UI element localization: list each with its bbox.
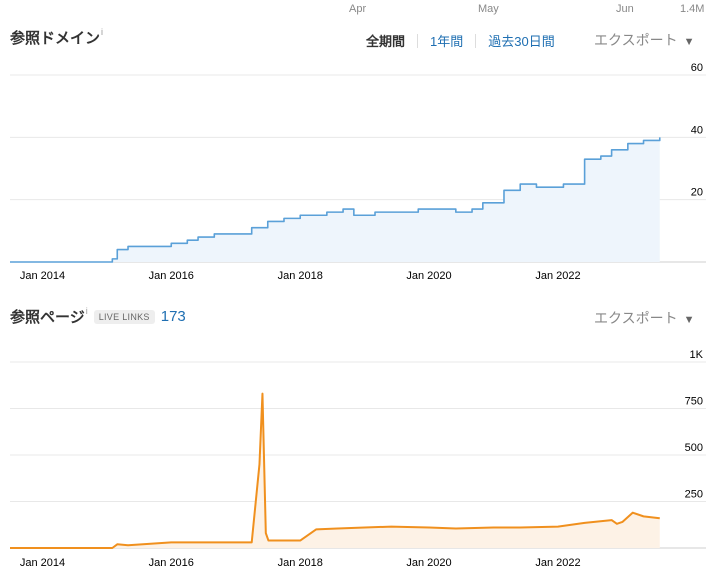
top-axis-label: 1.4M (680, 3, 705, 15)
export-label: エクスポート (594, 32, 678, 48)
x-tick-label: Jan 2016 (149, 557, 194, 569)
x-tick-label: Jan 2020 (406, 270, 451, 282)
x-tick-label: Jan 2022 (535, 557, 580, 569)
x-tick-label: Jan 2018 (278, 557, 323, 569)
top-axis-label: Apr (349, 3, 367, 15)
range-selector: 全期間 1年間 過去30日間 (366, 31, 555, 50)
x-tick-label: Jan 2014 (20, 557, 65, 569)
x-tick-label: Jan 2022 (535, 270, 580, 282)
divider (417, 33, 419, 48)
y-tick-label: 60 (691, 62, 703, 74)
pages-title: 参照ページ (10, 309, 85, 326)
domains-export-button[interactable]: エクスポート ▼ (594, 30, 694, 50)
y-tick-label: 1K (690, 349, 704, 361)
pages-chart: 250 500 750 1K Jan 2014 Jan 2016 Jan 2018 Jan … (10, 349, 706, 569)
range-all-time[interactable]: 全期間 (366, 31, 405, 50)
chevron-down-icon: ▼ (683, 36, 695, 48)
domains-chart: 20 40 60 Jan 2014 Jan 2016 Jan 2018 Jan 2020 J… (10, 62, 706, 282)
pages-line (10, 392, 660, 549)
x-tick-label: Jan 2018 (278, 270, 323, 282)
info-icon[interactable]: i (101, 27, 103, 37)
y-tick-label: 250 (685, 489, 703, 501)
y-tick-label: 500 (685, 442, 703, 454)
divider (475, 33, 477, 48)
live-links-badge: LIVE LINKS (93, 309, 155, 324)
pages-export-button[interactable]: エクスポート ▼ (594, 308, 694, 328)
x-tick-label: Jan 2020 (406, 557, 451, 569)
y-tick-label: 40 (691, 124, 703, 136)
top-axis-label: May (478, 3, 499, 15)
range-1-year[interactable]: 1年間 (430, 31, 463, 50)
pages-area (10, 393, 660, 548)
y-tick-label: 750 (685, 396, 703, 408)
domains-section-header: 参照ドメインi (10, 27, 103, 48)
y-tick-label: 20 (691, 187, 703, 199)
domains-title: 参照ドメイン (10, 30, 101, 47)
x-tick-label: Jan 2014 (20, 270, 65, 282)
x-tick-label: Jan 2016 (149, 270, 194, 282)
export-label: エクスポート (594, 310, 678, 326)
top-axis-label: Jun (616, 3, 634, 15)
info-icon[interactable]: i (86, 306, 88, 316)
live-links-count[interactable]: 173 (161, 308, 186, 325)
pages-section-header: 参照ページi LIVE LINKS 173 (10, 306, 186, 327)
chevron-down-icon: ▼ (683, 314, 695, 326)
range-30-days[interactable]: 過去30日間 (488, 31, 554, 50)
